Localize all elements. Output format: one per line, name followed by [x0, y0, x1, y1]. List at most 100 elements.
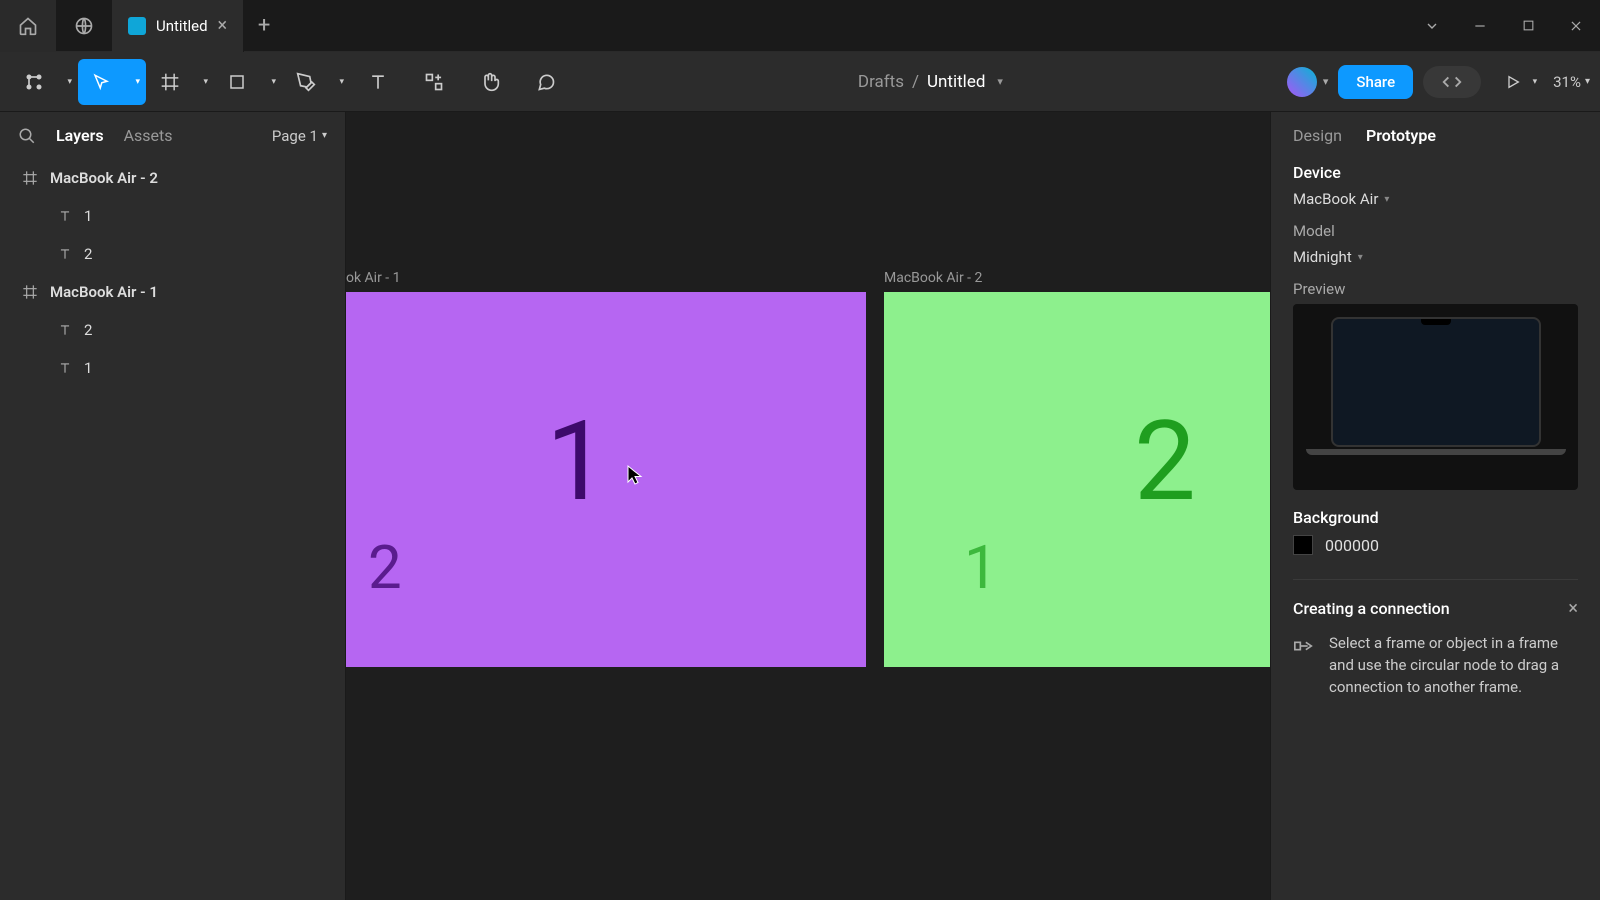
- frame-label[interactable]: MacBook Air - 2: [884, 270, 982, 286]
- cursor-icon: [626, 464, 644, 486]
- background-color-input[interactable]: 000000: [1293, 535, 1578, 555]
- file-icon: [128, 17, 146, 35]
- resources-tool-button[interactable]: [406, 59, 462, 105]
- chevron-down-icon: ▾: [322, 130, 327, 141]
- pen-tool-button[interactable]: ▾: [282, 59, 350, 105]
- hand-tool-button[interactable]: [462, 59, 518, 105]
- tab-assets[interactable]: Assets: [124, 126, 173, 145]
- canvas-text[interactable]: 2: [1134, 397, 1196, 526]
- background-color-value: 000000: [1325, 536, 1379, 555]
- device-section-title: Device: [1293, 163, 1578, 182]
- layer-label: 2: [84, 321, 92, 339]
- layer-label: 1: [84, 359, 92, 377]
- dev-mode-button[interactable]: [1423, 66, 1481, 98]
- breadcrumb-separator: /: [912, 72, 919, 92]
- comment-tool-button[interactable]: [518, 59, 574, 105]
- canvas-text[interactable]: 2: [368, 532, 402, 603]
- text-icon: [58, 209, 72, 223]
- chevron-down-icon[interactable]: ▾: [997, 75, 1003, 88]
- canvas-text[interactable]: 1: [964, 532, 998, 603]
- model-value: Midnight: [1293, 248, 1352, 266]
- text-tool-button[interactable]: [350, 59, 406, 105]
- zoom-value: 31%: [1553, 73, 1581, 91]
- breadcrumb-current[interactable]: Untitled: [927, 72, 985, 92]
- share-button[interactable]: Share: [1338, 65, 1413, 99]
- window-controls: [1408, 0, 1600, 52]
- chevron-down-icon: ▾: [135, 77, 140, 87]
- globe-icon[interactable]: [56, 0, 112, 52]
- hint-panel: Creating a connection × Select a frame o…: [1293, 579, 1578, 698]
- shape-tool-button[interactable]: ▾: [214, 59, 282, 105]
- window-close-icon[interactable]: [1552, 0, 1600, 52]
- chevron-down-icon: ▾: [339, 77, 344, 87]
- hint-text: Select a frame or object in a frame and …: [1329, 633, 1578, 698]
- layer-label: MacBook Air - 2: [50, 169, 158, 187]
- model-label: Model: [1293, 222, 1578, 240]
- laptop-screen-icon: [1331, 317, 1541, 447]
- color-swatch[interactable]: [1293, 535, 1313, 555]
- tab-design[interactable]: Design: [1293, 126, 1342, 145]
- layer-frame[interactable]: MacBook Air - 1: [0, 273, 345, 311]
- hint-title: Creating a connection: [1293, 599, 1450, 618]
- device-selector[interactable]: MacBook Air ▾: [1293, 190, 1578, 208]
- chevron-down-icon: ▾: [1384, 194, 1389, 205]
- present-button[interactable]: ▾: [1491, 59, 1543, 105]
- chevron-down-icon: ▾: [1358, 252, 1363, 263]
- canvas-text[interactable]: 1: [546, 397, 608, 526]
- layer-text[interactable]: 2: [0, 235, 345, 273]
- chevron-down-icon: ▾: [1585, 76, 1590, 87]
- chevron-down-icon[interactable]: [1408, 0, 1456, 52]
- frame-icon: [22, 284, 38, 300]
- close-icon[interactable]: ×: [218, 15, 228, 36]
- frame-tool-button[interactable]: ▾: [146, 59, 214, 105]
- connection-icon: [1293, 635, 1315, 698]
- layer-label: 2: [84, 245, 92, 263]
- properties-panel: Design Prototype Device MacBook Air ▾ Mo…: [1270, 112, 1600, 900]
- title-bar: Untitled × +: [0, 0, 1600, 52]
- zoom-control[interactable]: 31% ▾: [1553, 73, 1590, 91]
- layer-text[interactable]: 1: [0, 197, 345, 235]
- tab-label: Untitled: [156, 17, 208, 35]
- breadcrumb-parent[interactable]: Drafts: [858, 72, 904, 92]
- chevron-down-icon: ▾: [1323, 75, 1329, 88]
- frame-icon: [22, 170, 38, 186]
- frame-label[interactable]: ok Air - 1: [346, 270, 401, 286]
- page-label: Page 1: [272, 127, 318, 145]
- layer-text[interactable]: 2: [0, 311, 345, 349]
- device-preview: [1293, 304, 1578, 490]
- move-tool-button[interactable]: ▾: [78, 59, 146, 105]
- chevron-down-icon: ▾: [203, 77, 208, 87]
- main-menu-button[interactable]: ▾: [10, 59, 78, 105]
- tab-layers[interactable]: Layers: [56, 126, 104, 145]
- toolbar: ▾ ▾ ▾ ▾ ▾ Drafts / Untitled ▾ ▾ Share: [0, 52, 1600, 112]
- avatar: [1287, 67, 1317, 97]
- chevron-down-icon: ▾: [271, 77, 276, 87]
- background-section-title: Background: [1293, 508, 1578, 527]
- canvas-frame-1[interactable]: 1 2: [346, 292, 866, 667]
- layers-panel: Layers Assets Page 1 ▾ MacBook Air - 2 1…: [0, 112, 346, 900]
- add-tab-button[interactable]: +: [244, 13, 284, 38]
- canvas[interactable]: ok Air - 1 1 2 MacBook Air - 2 2 1: [346, 112, 1270, 900]
- layer-text[interactable]: 1: [0, 349, 345, 387]
- home-icon[interactable]: [0, 0, 56, 52]
- text-icon: [58, 247, 72, 261]
- model-selector[interactable]: Midnight ▾: [1293, 248, 1578, 266]
- layer-label: 1: [84, 207, 92, 225]
- chevron-down-icon: ▾: [1533, 77, 1538, 87]
- user-avatar-menu[interactable]: ▾: [1287, 67, 1329, 97]
- layer-label: MacBook Air - 1: [50, 283, 158, 301]
- layer-frame[interactable]: MacBook Air - 2: [0, 159, 345, 197]
- preview-label: Preview: [1293, 280, 1578, 298]
- search-icon[interactable]: [18, 127, 36, 145]
- breadcrumb: Drafts / Untitled ▾: [574, 72, 1287, 92]
- maximize-icon[interactable]: [1504, 0, 1552, 52]
- close-icon[interactable]: ×: [1568, 598, 1578, 619]
- canvas-frame-2[interactable]: 2 1: [884, 292, 1270, 667]
- device-value: MacBook Air: [1293, 190, 1378, 208]
- minimize-icon[interactable]: [1456, 0, 1504, 52]
- file-tab[interactable]: Untitled ×: [112, 0, 244, 52]
- tab-prototype[interactable]: Prototype: [1366, 126, 1436, 145]
- chevron-down-icon: ▾: [67, 77, 72, 87]
- text-icon: [58, 323, 72, 337]
- page-selector[interactable]: Page 1 ▾: [272, 127, 327, 145]
